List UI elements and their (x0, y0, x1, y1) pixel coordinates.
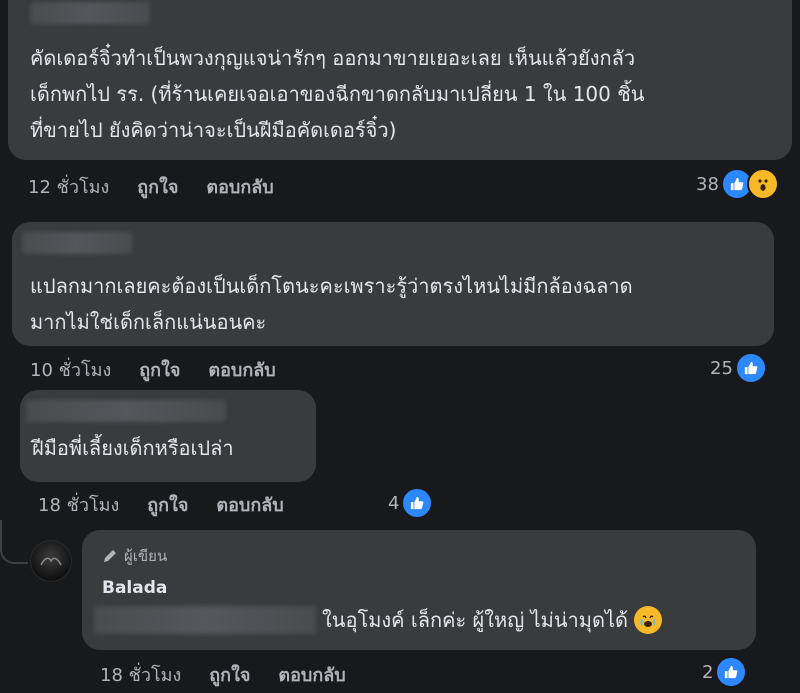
like-button[interactable]: ถูกใจ (137, 172, 178, 201)
author-badge: ผู้เขียน (102, 544, 167, 568)
reaction-count: 25 (710, 357, 733, 379)
comment-text-line: มากไม่ใช่เด็กเล็กแน่นอนคะ (30, 310, 267, 334)
reaction-count: 38 (696, 173, 719, 195)
reply-button[interactable]: ตอบกลับ (216, 490, 283, 519)
reply-text: ในอุโมงค์ เล็กค่ะ ผู้ใหญ่ ไม่น่ามุดได้ (322, 602, 662, 638)
comment-actions: 12 ชั่วโมง ถูกใจ ตอบกลับ (28, 172, 302, 201)
redacted-author-name (26, 400, 226, 422)
comment-text-line: แปลกมากเลยคะต้องเป็นเด็กโตนะคะเพราะรู้ว่… (30, 274, 633, 298)
like-icon (734, 352, 767, 384)
comment-bubble: คัดเดอร์จิ๋วทำเป็นพวงกุญแจน่ารักๆ ออกมาข… (8, 0, 792, 160)
comment-time[interactable]: 12 ชั่วโมง (28, 172, 109, 201)
redacted-author-name (22, 232, 132, 254)
reaction-count: 4 (388, 492, 400, 514)
comment-actions: 18 ชั่วโมง ถูกใจ ตอบกลับ (38, 490, 312, 519)
pencil-icon (104, 550, 116, 562)
comment-bubble: ฝีมือพี่เลี้ยงเด็กหรือเปล่า (20, 390, 316, 482)
comment-text-line: คัดเดอร์จิ๋วทำเป็นพวงกุญแจน่ารักๆ ออกมาข… (30, 46, 636, 70)
comment-bubble: แปลกมากเลยคะต้องเป็นเด็กโตนะคะเพราะรู้ว่… (12, 222, 774, 346)
redacted-text (94, 606, 316, 634)
like-icon (715, 656, 748, 688)
reply-actions: 18 ชั่วโมง ถูกใจ ตอบกลับ (100, 660, 374, 689)
reaction-summary[interactable]: 2 (702, 656, 748, 688)
reply-button[interactable]: ตอบกลับ (208, 355, 275, 384)
like-button[interactable]: ถูกใจ (139, 355, 180, 384)
reaction-count: 2 (702, 661, 714, 683)
author-badge-label: ผู้เขียน (124, 547, 168, 565)
comment-time[interactable]: 18 ชั่วโมง (38, 490, 119, 519)
like-button[interactable]: ถูกใจ (147, 490, 188, 519)
reaction-summary[interactable]: 25 (710, 352, 767, 384)
reply-time[interactable]: 18 ชั่วโมง (100, 660, 181, 689)
avatar[interactable] (30, 540, 72, 582)
author-name[interactable]: Balada (102, 578, 167, 598)
like-icon (401, 487, 434, 519)
reaction-summary[interactable]: 4 (388, 487, 434, 519)
comment-text-line: ฝีมือพี่เลี้ยงเด็กหรือเปล่า (32, 436, 234, 460)
crying-emoji-icon (634, 606, 662, 634)
reply-text-content: ในอุโมงค์ เล็กค่ะ ผู้ใหญ่ ไม่น่ามุดได้ (322, 608, 628, 632)
comment-time[interactable]: 10 ชั่วโมง (30, 355, 111, 384)
comment-text-line: เด็กพกไป รร. (ที่ร้านเคยเจอเอาของฉีกขาดก… (30, 82, 645, 106)
comment-actions: 10 ชั่วโมง ถูกใจ ตอบกลับ (30, 355, 304, 384)
reply-button[interactable]: ตอบกลับ (278, 660, 345, 689)
reply-bubble: ผู้เขียน Balada ในอุโมงค์ เล็กค่ะ ผู้ใหญ… (82, 530, 756, 650)
reaction-summary[interactable]: 38 (696, 168, 779, 200)
wow-icon (746, 168, 779, 200)
redacted-author-name (30, 2, 150, 24)
reply-thread-line (0, 520, 28, 564)
like-button[interactable]: ถูกใจ (209, 660, 250, 689)
avatar-logo-icon (40, 557, 62, 566)
comment-text-line: ที่ขายไป ยังคิดว่าน่าจะเป็นฝีมือคัดเดอร์… (30, 118, 397, 142)
reply-button[interactable]: ตอบกลับ (206, 172, 273, 201)
